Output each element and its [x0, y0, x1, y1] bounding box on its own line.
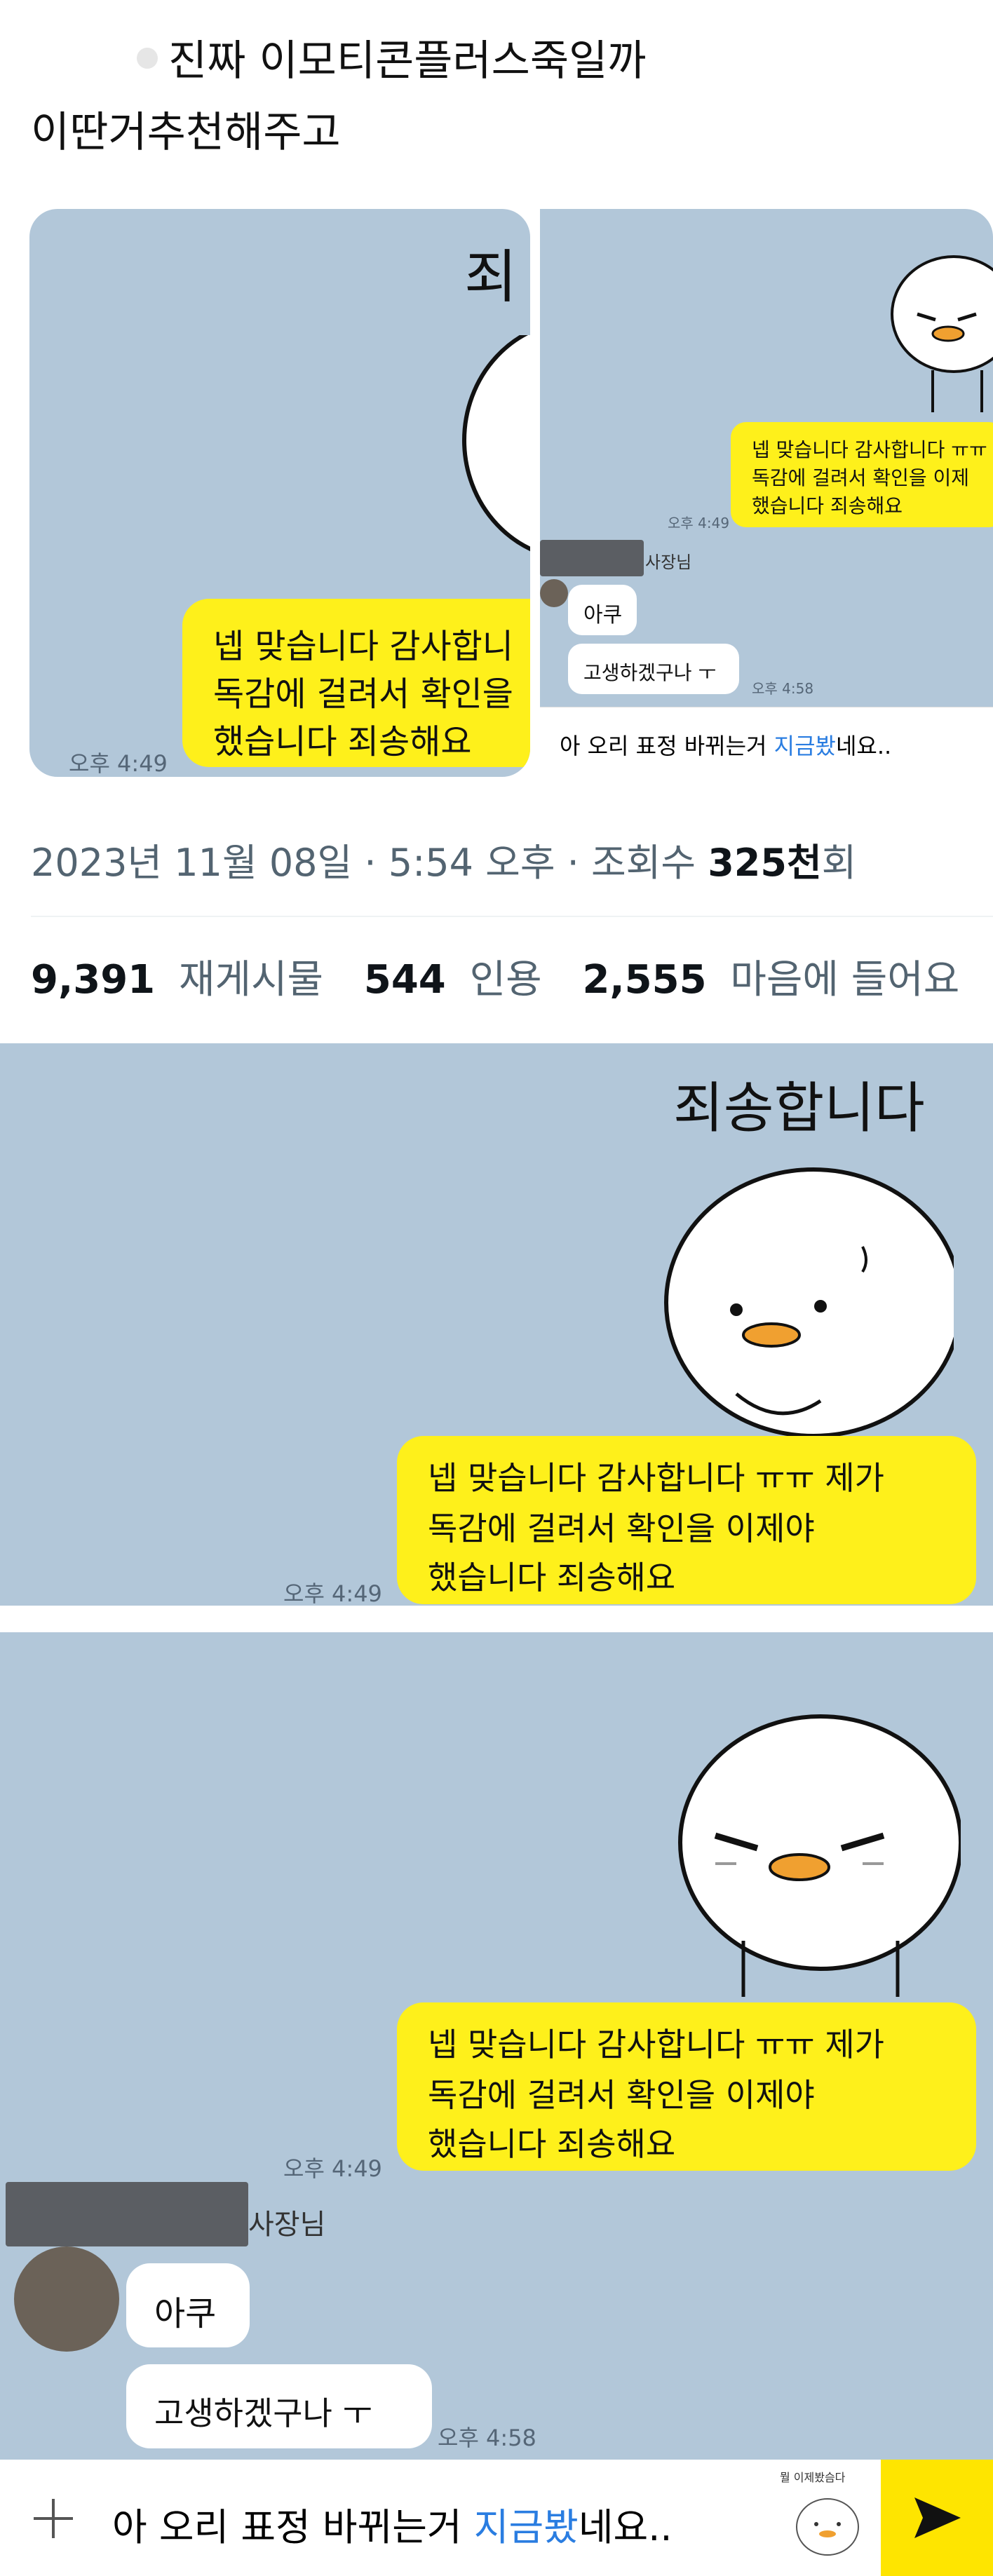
- chat-input-text: 아 오리 표정 바뀌는거 지금봤네요..: [560, 733, 892, 759]
- sticker-duck-icon: [462, 335, 530, 552]
- view-count: 325천: [708, 841, 822, 885]
- sticker-duck-grumpy-icon: [678, 1714, 961, 1997]
- chat-input-bar: 아 오리 표정 바뀌는거 지금봤네요.. 뭘 이제봤슴다: [0, 2460, 993, 2576]
- sender-avatar: [540, 579, 568, 607]
- sticker-duck-sad-icon: [664, 1167, 954, 1438]
- yellow-bubble: 넵 맞습니다 감사합니다 ㅠㅠ 독감에 걸려서 확인을 이제 했습니다 죄송해요: [731, 422, 993, 527]
- timestamp: 오후 4:49: [283, 2155, 382, 2182]
- sticker-text: 죄송합니다: [673, 1077, 925, 1140]
- timestamp: 오후 4:58: [438, 2425, 536, 2451]
- yellow-bubble: 넵 맞습니다 감사합니다 ㅠㅠ 제가 독감에 걸려서 확인을 이제야 했습니다 …: [397, 1436, 976, 1604]
- avatar-fragment: [137, 48, 158, 69]
- quote-count[interactable]: 544: [364, 957, 446, 1003]
- tweet-meta: 2023년 11월 08일 · 5:54 오후 · 조회수 325천회: [31, 841, 857, 885]
- yellow-bubble: 넵 맞습니다 감사합니다 ㅠㅠ 제가 독감에 걸려서 확인을 이제야 했습니다 …: [397, 2002, 976, 2171]
- sticker-preview-icon: [796, 2498, 859, 2556]
- white-bubble: 고생하겠구나 ㅜ: [568, 644, 739, 694]
- chat-input-bar: 아 오리 표정 바뀌는거 지금봤네요..: [540, 707, 993, 777]
- sender-avatar[interactable]: [14, 2246, 119, 2352]
- sender-name: 사장님: [645, 553, 692, 572]
- timestamp: 오후 4:49: [283, 1580, 382, 1607]
- plus-icon[interactable]: [31, 2496, 76, 2541]
- white-bubble: 아쿠: [568, 585, 637, 635]
- repost-count[interactable]: 9,391: [31, 957, 155, 1003]
- send-arrow-icon: [914, 2497, 961, 2538]
- send-button[interactable]: [881, 2460, 993, 2576]
- timestamp: 오후 4:49: [69, 750, 168, 777]
- blurred-name: [6, 2182, 248, 2246]
- tweet-image-right[interactable]: 넵 맞습니다 감사합니다 ㅠㅠ 독감에 걸려서 확인을 이제 했습니다 죄송해요…: [540, 209, 993, 777]
- sticker-preview[interactable]: 뭘 이제봤슴다: [778, 2467, 877, 2572]
- sender-name: 사장님: [248, 2209, 326, 2241]
- chat-screenshot-2: 넵 맞습니다 감사합니다 ㅠㅠ 제가 독감에 걸려서 확인을 이제야 했습니다 …: [0, 1632, 993, 2460]
- divider: [31, 916, 993, 917]
- sticker-text: 죄: [464, 244, 518, 311]
- white-bubble: 고생하겠구나 ㅜ: [126, 2364, 432, 2448]
- tweet-text-line1: 진짜 이모티콘플러스죽일까: [168, 36, 647, 86]
- yellow-bubble: 넵 맞습니다 감사합니 독감에 걸려서 확인을 했습니다 죄송해요: [182, 599, 530, 767]
- chat-screenshot-1: 죄송합니다 넵 맞습니다 감사합니다 ㅠㅠ 제가 독감에 걸려서 확인을 이제야…: [0, 1043, 993, 1607]
- white-bubble: 아쿠: [126, 2263, 250, 2347]
- tweet-text-line2: 이딴거추천해주고: [31, 108, 341, 157]
- tweet-stats: 9,391 재게시물 544 인용 2,555 마음에 들어요: [31, 957, 960, 1003]
- blurred-name: [540, 540, 644, 576]
- sticker-duck-grumpy-icon: [891, 255, 993, 412]
- tweet-image-left[interactable]: 죄 넵 맞습니다 감사합니 독감에 걸려서 확인을 했습니다 죄송해요 오후 4…: [29, 209, 530, 777]
- chat-input-field[interactable]: 아 오리 표정 바뀌는거 지금봤네요..: [112, 2496, 673, 2551]
- like-count[interactable]: 2,555: [582, 957, 706, 1003]
